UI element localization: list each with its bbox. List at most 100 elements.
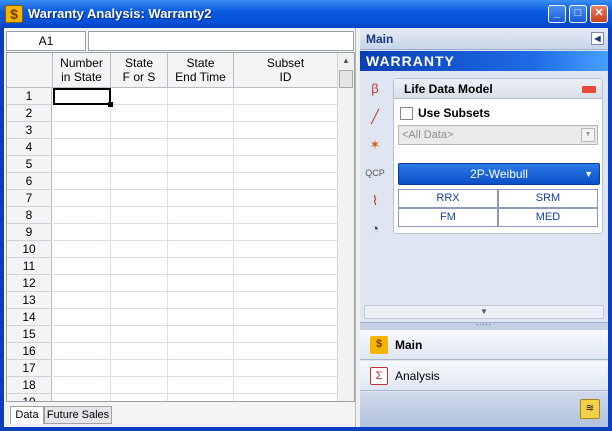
grid-cell[interactable] [168, 258, 234, 275]
grid-cell[interactable] [168, 190, 234, 207]
grid-cell[interactable] [168, 139, 234, 156]
row-header[interactable]: 10 [7, 241, 52, 258]
scroll-down-icon[interactable]: ▼ [364, 305, 604, 319]
column-header-state-f-or-s[interactable]: State F or S [111, 53, 168, 88]
scroll-up-icon[interactable]: ▲ [338, 53, 354, 69]
grid-cell[interactable] [111, 139, 168, 156]
row-header[interactable]: 7 [7, 190, 52, 207]
grid-cell[interactable] [234, 241, 338, 258]
row-header[interactable]: 6 [7, 173, 52, 190]
use-subsets-label[interactable]: Use Subsets [418, 106, 490, 120]
grid-cell[interactable] [234, 309, 338, 326]
collapse-left-icon[interactable]: ◀ [591, 32, 604, 45]
method-srm[interactable]: SRM [498, 189, 598, 208]
grid-cell[interactable] [168, 360, 234, 377]
grid-cell[interactable] [234, 139, 338, 156]
fill-handle[interactable] [108, 102, 113, 107]
active-cell[interactable] [53, 88, 111, 105]
grid-cell[interactable] [168, 173, 234, 190]
row-header[interactable]: 11 [7, 258, 52, 275]
grid-cell[interactable] [53, 394, 111, 401]
grid-cell[interactable] [234, 360, 338, 377]
grid-cell[interactable] [234, 326, 338, 343]
grid-cell[interactable] [168, 88, 234, 105]
grid-cell[interactable] [168, 156, 234, 173]
grid-cell[interactable] [111, 122, 168, 139]
row-header[interactable]: 15 [7, 326, 52, 343]
grid-cell[interactable] [111, 156, 168, 173]
grid-cell[interactable] [111, 377, 168, 394]
grid-cell[interactable] [53, 173, 111, 190]
grid-cell[interactable] [53, 326, 111, 343]
grid-cell[interactable] [53, 309, 111, 326]
grid-cell[interactable] [111, 309, 168, 326]
row-header[interactable]: 8 [7, 207, 52, 224]
column-header-number-in-state[interactable]: Number in State [53, 53, 111, 88]
gauge-icon[interactable]: ◔ [364, 218, 386, 240]
grid-cell[interactable] [168, 326, 234, 343]
method-med[interactable]: MED [498, 208, 598, 227]
subset-select[interactable]: <All Data> ▼ [398, 125, 598, 145]
grid-cell[interactable] [234, 394, 338, 401]
grid-cell[interactable] [53, 207, 111, 224]
grid-cell[interactable] [111, 105, 168, 122]
grid-cell[interactable] [111, 88, 168, 105]
distribution-dropdown[interactable]: 2P-Weibull ▼ [398, 163, 600, 185]
plot-icon[interactable]: ⌇ [364, 190, 386, 212]
row-header[interactable]: 16 [7, 343, 52, 360]
grid-cell[interactable] [168, 394, 234, 401]
grid-cell[interactable] [111, 258, 168, 275]
grid-cell[interactable] [111, 275, 168, 292]
grid-cell[interactable] [53, 241, 111, 258]
grid-cell[interactable] [168, 309, 234, 326]
grid-cell[interactable] [234, 88, 338, 105]
close-button[interactable]: ✕ [590, 5, 608, 23]
vertical-scrollbar[interactable]: ▲ [337, 53, 354, 401]
column-header-state-end-time[interactable]: State End Time [168, 53, 234, 88]
grid-cell[interactable] [53, 258, 111, 275]
sheet-tab-data[interactable]: Data [10, 406, 44, 424]
nav-item-analysis[interactable]: Σ Analysis [360, 361, 608, 391]
use-subsets-checkbox[interactable] [400, 107, 413, 120]
grid-cell[interactable] [168, 122, 234, 139]
row-header[interactable]: 5 [7, 156, 52, 173]
grid-cell[interactable] [53, 275, 111, 292]
grid-cell[interactable] [234, 377, 338, 394]
method-fm[interactable]: FM [398, 208, 498, 227]
grid-cell[interactable] [53, 190, 111, 207]
grid-cell[interactable] [111, 360, 168, 377]
grid-cell[interactable] [53, 122, 111, 139]
grid-cell[interactable] [168, 292, 234, 309]
panel-menu-icon[interactable] [582, 86, 596, 93]
quick-calculation-pad-icon[interactable]: QCP [364, 162, 386, 184]
grid-cell[interactable] [168, 377, 234, 394]
row-header[interactable]: 9 [7, 224, 52, 241]
grid-cell[interactable] [168, 275, 234, 292]
grid-cell[interactable] [234, 156, 338, 173]
calculate-icon[interactable]: ✶ [364, 134, 386, 156]
grid-cell[interactable] [234, 190, 338, 207]
grid-cell[interactable] [53, 105, 111, 122]
splitter-grip[interactable]: ••••• [360, 322, 608, 330]
grid-cell[interactable] [53, 224, 111, 241]
maximize-button[interactable]: □ [569, 5, 587, 23]
grid-cell[interactable] [168, 241, 234, 258]
dollar-icon[interactable]: $ [5, 5, 23, 23]
grid-cell[interactable] [111, 343, 168, 360]
minimize-button[interactable]: _ [548, 5, 566, 23]
grid-cell[interactable] [111, 190, 168, 207]
column-header-subset-id[interactable]: Subset ID [234, 53, 338, 88]
grid-cell[interactable] [168, 207, 234, 224]
grid-cell[interactable] [234, 105, 338, 122]
row-header[interactable]: 3 [7, 122, 52, 139]
grid-cell[interactable] [111, 292, 168, 309]
grid-cell[interactable] [111, 207, 168, 224]
scroll-thumb[interactable] [339, 70, 353, 88]
grid-cell[interactable] [234, 292, 338, 309]
grid-cell[interactable] [234, 343, 338, 360]
parameter-icon[interactable]: β [364, 78, 386, 100]
grid-cell[interactable] [111, 224, 168, 241]
grid-cell[interactable] [111, 326, 168, 343]
grid-cell[interactable] [53, 360, 111, 377]
row-header[interactable]: 1 [7, 88, 52, 105]
